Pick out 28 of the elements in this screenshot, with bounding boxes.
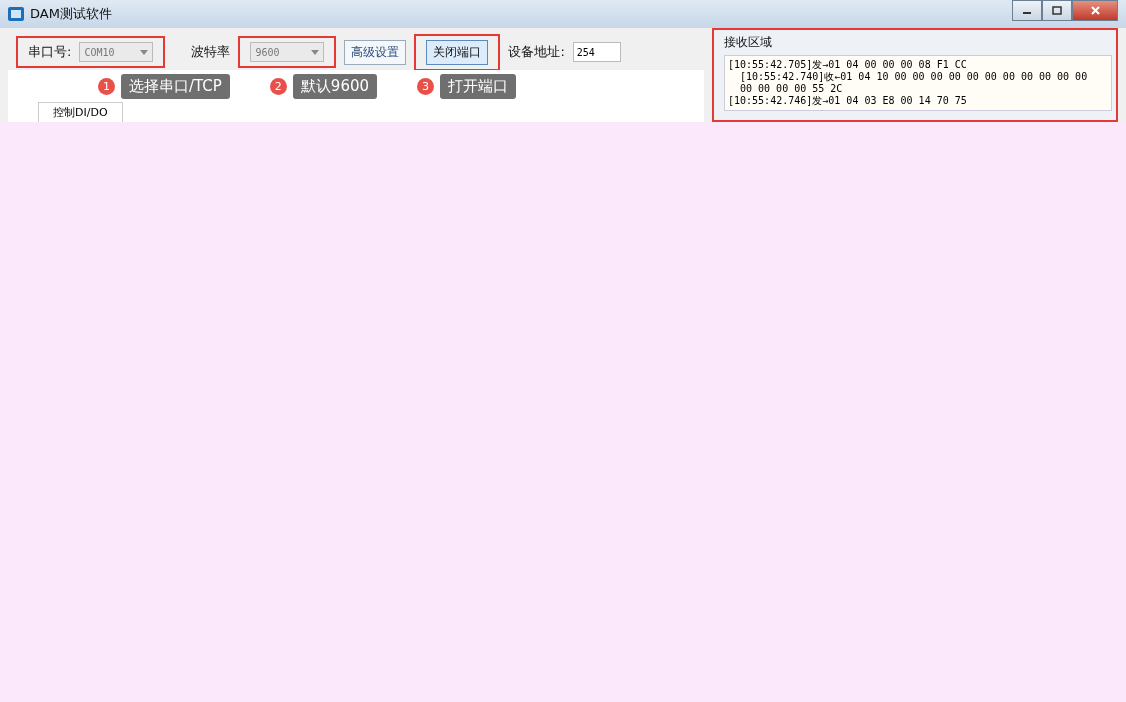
step-number: 2: [269, 77, 287, 95]
baud-label: 波特率: [191, 43, 231, 61]
port-dropdown[interactable]: COM10: [79, 42, 154, 62]
log-line: [10:55:42.740]收←01 04 10 00 00 00 00 00 00 00 00 00 00 00 00 00 00 00 55 2C: [739, 71, 1089, 95]
minimize-button[interactable]: [1012, 0, 1042, 21]
panel-title: 接收区域: [724, 34, 773, 51]
close-icon: [1090, 6, 1100, 15]
log-line: [10:55:42.705]发→01 04 00 00 00 08 F1 CC: [728, 59, 968, 71]
tab[interactable]: 控制DI/DO: [38, 102, 123, 122]
maximize-icon: [1052, 6, 1062, 15]
close-port-button[interactable]: 关闭端口: [426, 39, 489, 65]
advanced-settings-button[interactable]: 高级设置: [344, 39, 407, 65]
log-line: [10:55:42.746]发→01 04 03 E8 00 14 70 75: [728, 95, 968, 107]
port-label: 串口号:: [28, 43, 72, 61]
close-button[interactable]: [1072, 0, 1118, 21]
callout: 默认9600: [292, 73, 378, 99]
callout: 选择串口/TCP: [121, 73, 230, 99]
address-field[interactable]: 254: [572, 42, 621, 62]
baud-dropdown[interactable]: 9600: [250, 42, 325, 62]
caret-icon: [140, 49, 149, 55]
address-label: 设备地址:: [508, 43, 565, 61]
callout: 打开端口: [440, 73, 517, 99]
step-number: 3: [417, 77, 435, 95]
app-icon: [8, 7, 24, 21]
window-title: DAM测试软件: [30, 5, 113, 23]
maximize-button[interactable]: [1042, 0, 1072, 21]
step-number: 1: [98, 77, 115, 95]
caret-icon: [311, 49, 320, 55]
